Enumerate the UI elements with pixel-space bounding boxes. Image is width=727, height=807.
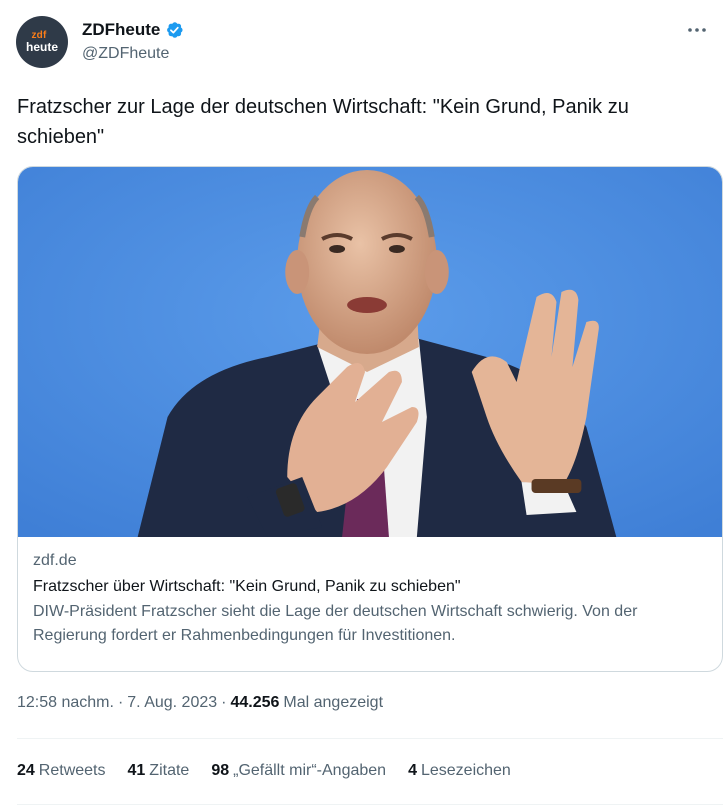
tweet-header: zdf heute ZDFheute @ZDFheute [16,14,711,74]
avatar[interactable]: zdf heute [16,16,68,68]
likes-label: „Gefällt mir“-Angaben [233,762,387,779]
meta-separator: · [117,694,124,711]
views-label: Mal angezeigt [283,694,384,711]
bookmarks-label: Lesezeichen [420,762,511,779]
retweets-label: Retweets [38,762,106,779]
retweets-count: 24 [17,762,35,779]
meta-separator: · [221,694,227,711]
card-description: DIW-Präsident Fratzscher sieht die Lage … [33,603,638,644]
bookmarks-stat[interactable]: 4 Lesezeichen [408,762,511,780]
tweet-time[interactable]: 12:58 nachm. [17,694,114,712]
name-row: ZDFheute [82,20,184,40]
divider [17,804,723,805]
views-count: 44.256 [230,694,280,711]
likes-count: 98 [211,762,230,779]
quotes-label: Zitate [149,762,190,779]
quotes-stat[interactable]: 41 Zitate [128,762,190,780]
card-title: Fratzscher über Wirtschaft: "Kein Grund,… [33,578,461,595]
card-image[interactable] [18,167,722,537]
likes-stat[interactable]: 98 „Gefällt mir“-Angaben [211,762,386,780]
engagement-stats: 24 Retweets 41 Zitate 98 „Gefällt mir“-Anga… [17,762,511,780]
link-card[interactable]: zdf.de Fratzscher über Wirtschaft: "Kein… [17,166,723,672]
handle[interactable]: @ZDFheute [82,45,169,63]
more-options-icon[interactable] [685,18,709,42]
card-domain: zdf.de [33,552,77,569]
quotes-count: 41 [127,762,146,779]
tweet-meta: 12:58 nachm. · 7. Aug. 2023 · 44.256 Mal… [17,694,383,712]
divider [17,738,723,739]
avatar-text-bottom: heute [25,40,58,54]
tweet-text: Fratzscher zur Lage der deutschen Wirtsc… [17,96,629,148]
retweets-stat[interactable]: 24 Retweets [17,762,106,780]
tweet-date[interactable]: 7. Aug. 2023 [127,694,217,712]
verified-badge-icon [167,22,183,38]
display-name[interactable]: ZDFheute [82,20,160,40]
bookmarks-count: 4 [408,762,417,779]
card-body: zdf.de Fratzscher über Wirtschaft: "Kein… [18,537,722,648]
